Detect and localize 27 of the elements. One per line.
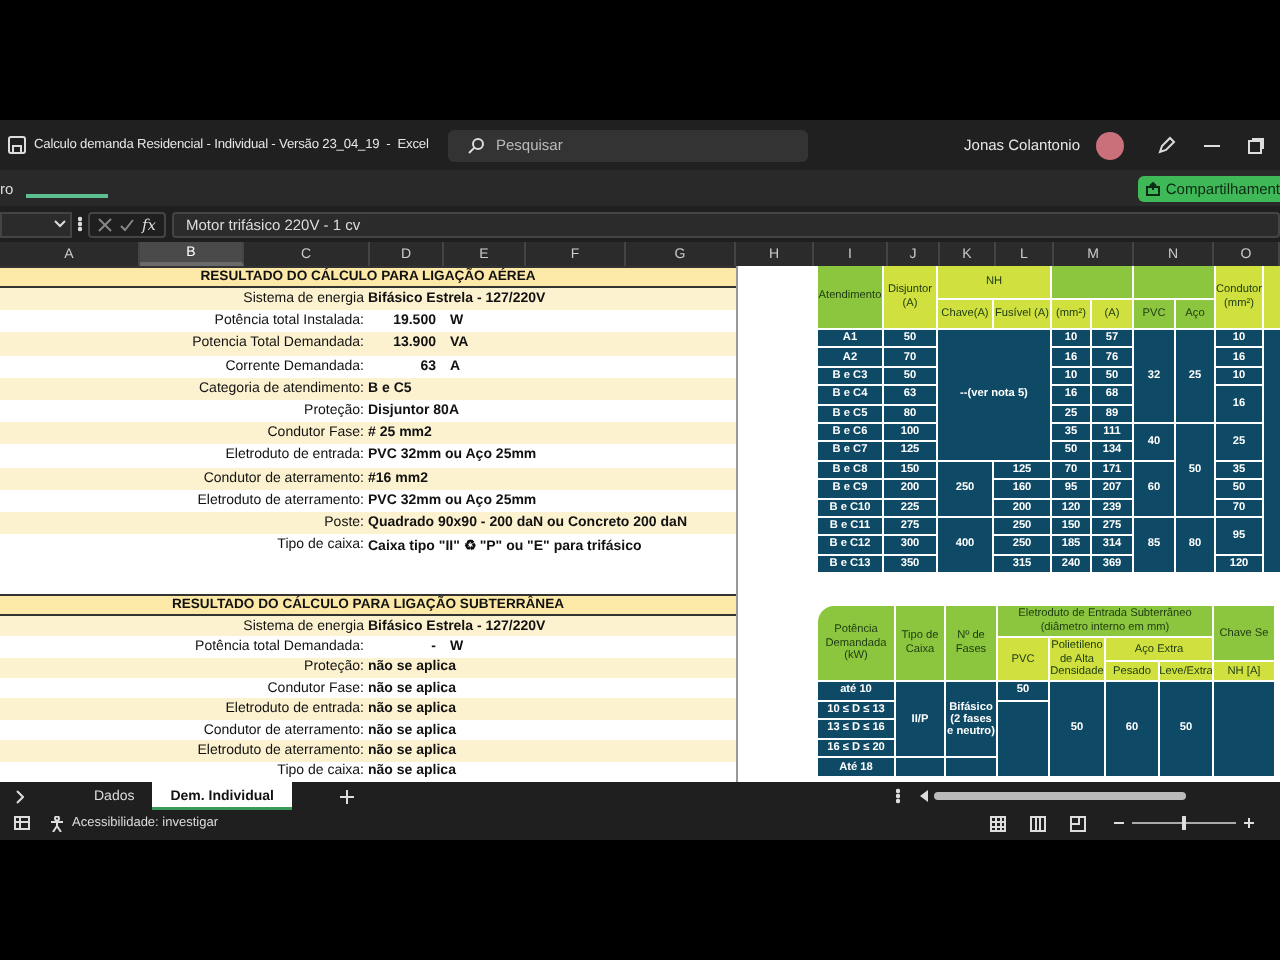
check-icon[interactable] (120, 217, 134, 231)
table-cell (896, 758, 944, 777)
save-icon[interactable] (8, 136, 26, 154)
restore-icon[interactable] (1248, 137, 1264, 153)
plus-icon[interactable] (1244, 818, 1254, 828)
table-cell (998, 701, 1048, 777)
search-icon (468, 137, 484, 153)
pen-icon[interactable] (1156, 135, 1176, 155)
avatar-icon[interactable] (1096, 131, 1124, 159)
share-icon (1145, 181, 1160, 195)
header-cell (1134, 266, 1214, 298)
sheet-icon[interactable] (14, 816, 30, 830)
plus-icon[interactable] (339, 789, 354, 803)
table-cell (1214, 682, 1274, 777)
caret-icon (54, 220, 66, 228)
page-break-icon[interactable] (1070, 815, 1086, 831)
header-cell (1052, 266, 1132, 298)
table-cell (946, 758, 996, 777)
chevron-right-icon[interactable] (16, 789, 24, 803)
left-arrow-icon[interactable] (920, 790, 928, 802)
cancel-icon[interactable] (98, 217, 112, 231)
page-layout-icon[interactable] (1030, 815, 1046, 831)
normal-view-icon[interactable] (990, 815, 1006, 831)
minus-icon[interactable] (1114, 818, 1124, 828)
tab-underline (26, 194, 108, 197)
horizontal-scrollbar[interactable] (934, 792, 1186, 800)
accessibility-icon[interactable] (50, 815, 64, 831)
